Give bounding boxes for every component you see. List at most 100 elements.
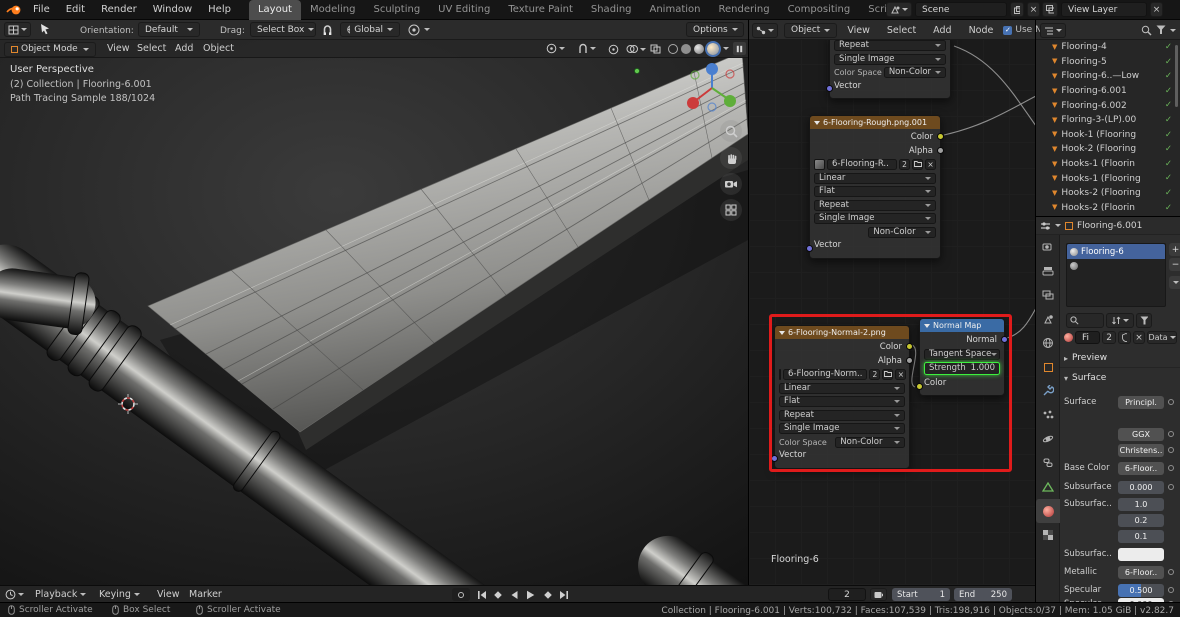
vector-input-socket[interactable] [806,244,813,252]
tab-animation[interactable]: Animation [641,0,710,20]
options-dropdown[interactable]: Options [686,22,744,37]
pause-render-button[interactable] [733,42,746,55]
keyframe-dot[interactable] [1168,484,1174,490]
remove-view-layer-button[interactable]: × [1150,2,1163,17]
proportional-dropdown-caret[interactable] [424,28,430,31]
projection-dropdown[interactable]: Flat [814,186,936,197]
outliner-row[interactable]: ▼ Flooring-6.002 ✓ [1036,98,1180,113]
filter-button[interactable] [1136,313,1152,328]
sort-dropdown[interactable] [1106,313,1134,328]
snap-dropdown[interactable]: Global [340,22,400,37]
base-color-field[interactable]: 6-Floor.. [1118,461,1164,475]
editor-type-caret[interactable] [1055,224,1061,227]
color-space-dropdown[interactable]: Non-Color [835,436,905,448]
specular-slider[interactable]: 0.500 [1118,583,1164,597]
shader-menu-view[interactable]: View [840,25,877,36]
shading-solid-button[interactable] [681,44,691,54]
check-icon[interactable]: ✓ [1165,160,1172,169]
outliner-row[interactable]: ▼ Floring-3-(LP).00 ✓ [1036,113,1180,128]
subsurface-color-swatch[interactable] [1118,547,1164,561]
outliner-row[interactable]: ▼ Flooring-4 ✓ [1036,40,1180,55]
keyframe-dot[interactable] [1168,431,1174,437]
outliner[interactable]: ▼ Flooring-4 ✓ ▼ Flooring-5 ✓ ▼ Flooring-6..—… [1035,40,1180,216]
next-keyframe-button[interactable] [540,588,555,601]
timeline-editor-type-button[interactable] [5,589,24,600]
tab-view-layer[interactable] [1036,283,1060,307]
shader-menu-node[interactable]: Node [962,25,1001,36]
keyframe-dot[interactable] [1168,447,1174,453]
timeline-marker-menu[interactable]: Marker [182,589,229,600]
outliner-row[interactable]: ▼ Hooks-2 (Flooring ✓ [1036,186,1180,201]
open-image-button[interactable] [882,369,894,380]
source-dropdown[interactable]: Single Image [814,213,936,224]
alpha-output-socket[interactable] [937,147,944,154]
outliner-scrollbar[interactable] [1175,45,1178,107]
check-icon[interactable]: ✓ [1165,43,1172,52]
proportional-editing-icon[interactable] [408,24,420,36]
viewport-menu-object[interactable]: Object [196,43,241,54]
check-icon[interactable]: ✓ [1165,131,1172,140]
playback-menu[interactable]: Playback [28,589,93,600]
extension-dropdown[interactable]: Repeat [834,40,946,51]
jump-to-end-button[interactable] [556,588,571,601]
shading-wireframe-button[interactable] [668,44,678,54]
viewport-menu-select[interactable]: Select [130,43,173,54]
shader-editor-type-button[interactable] [752,22,778,38]
properties-editor[interactable]: Flooring-6.001 Flooring-6 + − Fi 2 × Dat… [1035,216,1180,602]
scene-name-field[interactable]: Scene [915,2,1007,17]
remove-slot-button[interactable]: − [1169,258,1180,271]
shading-dropdown-caret[interactable] [723,47,729,50]
outliner-filter-caret[interactable] [1170,28,1176,32]
tab-texture-paint[interactable]: Texture Paint [499,0,582,20]
keyframe-dot[interactable] [1168,399,1174,405]
outliner-row[interactable]: ▼ Flooring-6..—Low ✓ [1036,69,1180,84]
unlink-image-button[interactable]: × [895,369,907,380]
image-name-field[interactable]: 6-Flooring-R.. [827,159,897,170]
image-users-button[interactable]: 2 [899,159,910,170]
current-frame-field[interactable]: 2 [828,588,866,601]
subsurface-radius-y[interactable]: 0.2 [1118,513,1164,527]
metallic-field[interactable]: 6-Floor.. [1118,565,1164,579]
surface-dropdown[interactable]: Principl. [1118,395,1164,409]
zoom-icon[interactable] [720,120,742,142]
collapse-icon[interactable] [814,121,820,125]
menu-file[interactable]: File [25,0,58,20]
blender-logo-icon[interactable] [6,4,22,16]
node-image-partial[interactable]: Repeat Single Image Color Space Non-Colo… [826,40,951,99]
tab-object-data[interactable] [1036,475,1060,499]
node-image-rough[interactable]: 6-Flooring-Rough.png.001 Color Alpha 6-F… [806,115,944,259]
pivot-point-dropdown[interactable] [546,43,565,54]
subsurface-value[interactable]: 0.000 [1118,480,1164,494]
open-image-button[interactable] [912,159,923,170]
keying-menu[interactable]: Keying [92,589,147,600]
menu-window[interactable]: Window [145,0,200,20]
tab-physics[interactable] [1036,427,1060,451]
tab-render[interactable] [1036,235,1060,259]
check-icon[interactable]: ✓ [1165,116,1172,125]
color-input-socket[interactable] [916,383,923,390]
check-icon[interactable]: ✓ [1165,72,1172,81]
keyframe-dot[interactable] [1168,569,1174,575]
color-output-socket[interactable] [937,133,944,140]
extension-dropdown[interactable]: Repeat [814,199,936,211]
strength-slider[interactable]: Strength 1.000 [924,362,1000,375]
check-icon[interactable]: ✓ [1165,174,1172,183]
tab-constraints[interactable] [1036,451,1060,475]
data-dropdown[interactable]: Data [1147,331,1177,344]
viewport-3d[interactable]: User Perspective (2) Collection | Floori… [0,40,828,617]
tab-particles[interactable] [1036,403,1060,427]
tab-output[interactable] [1036,259,1060,283]
outliner-row[interactable]: ▼ Hooks-1 (Flooring ✓ [1036,171,1180,186]
shading-rendered-button[interactable] [707,43,719,55]
collapse-icon[interactable] [924,324,930,328]
tab-uv-editing[interactable]: UV Editing [429,0,499,20]
vector-input-socket[interactable] [826,85,833,92]
tab-compositing[interactable]: Compositing [779,0,860,20]
start-frame-field[interactable]: Start 1 [892,588,950,601]
check-icon[interactable]: ✓ [1165,58,1172,67]
check-icon[interactable]: ✓ [1165,189,1172,198]
tab-texture[interactable] [1036,523,1060,547]
material-name-field[interactable]: Fi [1075,331,1101,344]
tab-modifiers[interactable] [1036,379,1060,403]
menu-edit[interactable]: Edit [58,0,93,20]
